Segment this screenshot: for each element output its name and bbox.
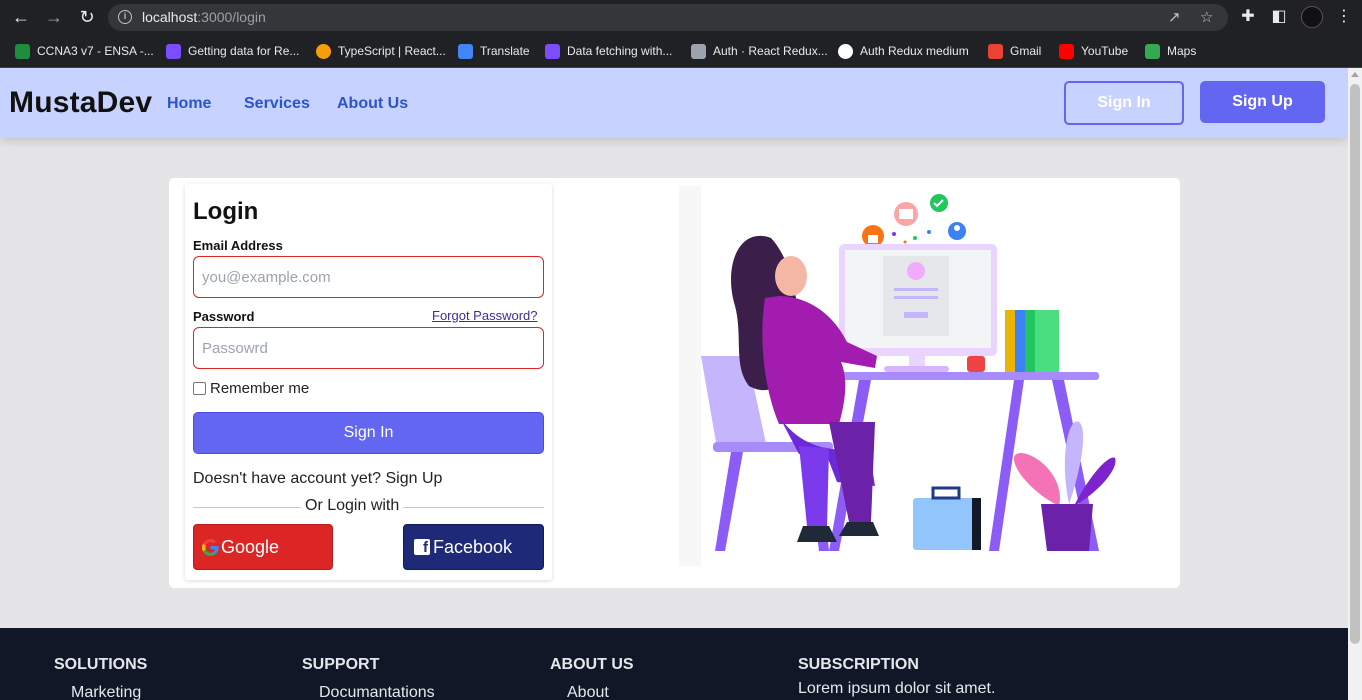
bookmark-star-icon[interactable]: ☆ [1200, 8, 1213, 26]
bookmark-item[interactable]: Gmail [988, 42, 1041, 60]
login-title: Login [193, 198, 259, 225]
bookmark-item[interactable]: TypeScript | React... [316, 42, 446, 60]
reload-icon[interactable]: ↻ [75, 5, 99, 29]
bookmark-item[interactable]: Getting data for Re... [166, 42, 299, 60]
email-input[interactable] [193, 256, 544, 298]
bookmark-item[interactable]: CCNA3 v7 - ENSA -... [15, 42, 154, 60]
bookmark-item[interactable]: YouTube [1059, 42, 1128, 60]
brand-logo[interactable]: MustaDev [9, 86, 152, 120]
signin-button[interactable]: Sign In [193, 412, 544, 454]
forgot-password-link[interactable]: Forgot Password? [432, 308, 538, 323]
bookmark-favicon-icon [838, 43, 853, 59]
bookmark-item[interactable]: Maps [1145, 42, 1196, 60]
login-illustration [679, 186, 1139, 566]
address-url: localhost:3000/login [142, 9, 266, 25]
bookmark-favicon-icon [1059, 43, 1074, 59]
remember-me: Remember me [193, 380, 309, 397]
signup-link[interactable]: Doesn't have account yet? Sign Up [193, 470, 442, 488]
nav-signup-button[interactable]: Sign Up [1200, 81, 1325, 123]
side-panel-icon[interactable]: ◧ [1268, 6, 1290, 26]
footer-link-documentations[interactable]: Documantations [319, 684, 435, 700]
facebook-label: Facebook [433, 536, 513, 557]
footer-heading-support: SUPPORT [302, 656, 380, 673]
google-login-button[interactable]: Google [193, 524, 333, 570]
bookmark-favicon-icon [458, 43, 473, 59]
address-bar[interactable]: i localhost:3000/login ↗ ☆ [108, 4, 1228, 31]
facebook-icon: f [414, 539, 430, 556]
forward-arrow-icon[interactable]: → [42, 5, 66, 29]
site-navbar: MustaDev Home Services About Us Sign In … [0, 68, 1348, 138]
footer-link-about[interactable]: About [567, 684, 609, 700]
bookmark-item[interactable]: Data fetching with... [545, 42, 672, 60]
footer-heading-subscription: SUBSCRIPTION [798, 656, 919, 673]
login-form: Login Email Address Password Forgot Pass… [185, 184, 552, 580]
bookmark-favicon-icon [15, 43, 30, 59]
or-login-with-label: Or Login with [301, 497, 404, 515]
password-label: Password [193, 309, 255, 324]
footer-subscription-text: Lorem ipsum dolor sit amet. [798, 680, 996, 697]
password-input[interactable] [193, 327, 544, 369]
bookmark-favicon-icon [545, 43, 560, 59]
profile-avatar[interactable] [1301, 6, 1323, 28]
scrollbar-thumb[interactable] [1350, 84, 1360, 644]
site-info-icon[interactable]: i [118, 10, 132, 24]
remember-me-label: Remember me [210, 380, 310, 397]
google-icon [202, 538, 219, 556]
nav-link-home[interactable]: Home [167, 95, 211, 113]
nav-link-about-us[interactable]: About Us [337, 95, 408, 113]
bookmark-favicon-icon [316, 43, 331, 59]
bookmark-favicon-icon [1145, 43, 1160, 59]
footer-heading-about-us: ABOUT US [550, 656, 634, 673]
bookmark-item[interactable]: Auth Redux medium [838, 42, 969, 60]
login-card: Login Email Address Password Forgot Pass… [169, 178, 1180, 588]
google-label: Google [221, 536, 280, 557]
page-scrollbar[interactable] [1348, 68, 1362, 700]
bookmarks-bar: CCNA3 v7 - ENSA -... Getting data for Re… [0, 34, 1362, 68]
back-arrow-icon[interactable]: ← [9, 5, 33, 29]
bookmark-item[interactable]: Auth · React Redux... [691, 42, 828, 60]
page-viewport: MustaDev Home Services About Us Sign In … [0, 68, 1348, 700]
footer-heading-solutions: SOLUTIONS [54, 656, 148, 673]
scroll-up-arrow-icon[interactable] [1351, 72, 1359, 77]
extensions-icon[interactable]: ✚ [1237, 6, 1259, 26]
nav-link-services[interactable]: Services [244, 95, 310, 113]
nav-signin-button[interactable]: Sign In [1064, 81, 1184, 125]
menu-kebab-icon[interactable]: ⋮ [1333, 6, 1355, 26]
browser-toolbar: ← → ↻ i localhost:3000/login ↗ ☆ ✚ ◧ ⋮ [0, 0, 1362, 34]
bookmark-favicon-icon [691, 43, 706, 59]
footer-link-marketing[interactable]: Marketing [71, 684, 141, 700]
bookmark-favicon-icon [166, 43, 181, 59]
bookmark-item[interactable]: Translate [458, 42, 530, 60]
bookmark-favicon-icon [988, 43, 1003, 59]
email-label: Email Address [193, 238, 283, 253]
site-footer: SOLUTIONS Marketing SUPPORT Documantatio… [0, 628, 1348, 700]
share-icon[interactable]: ↗ [1168, 8, 1181, 26]
facebook-login-button[interactable]: f Facebook [403, 524, 544, 570]
remember-me-checkbox[interactable] [193, 382, 206, 395]
